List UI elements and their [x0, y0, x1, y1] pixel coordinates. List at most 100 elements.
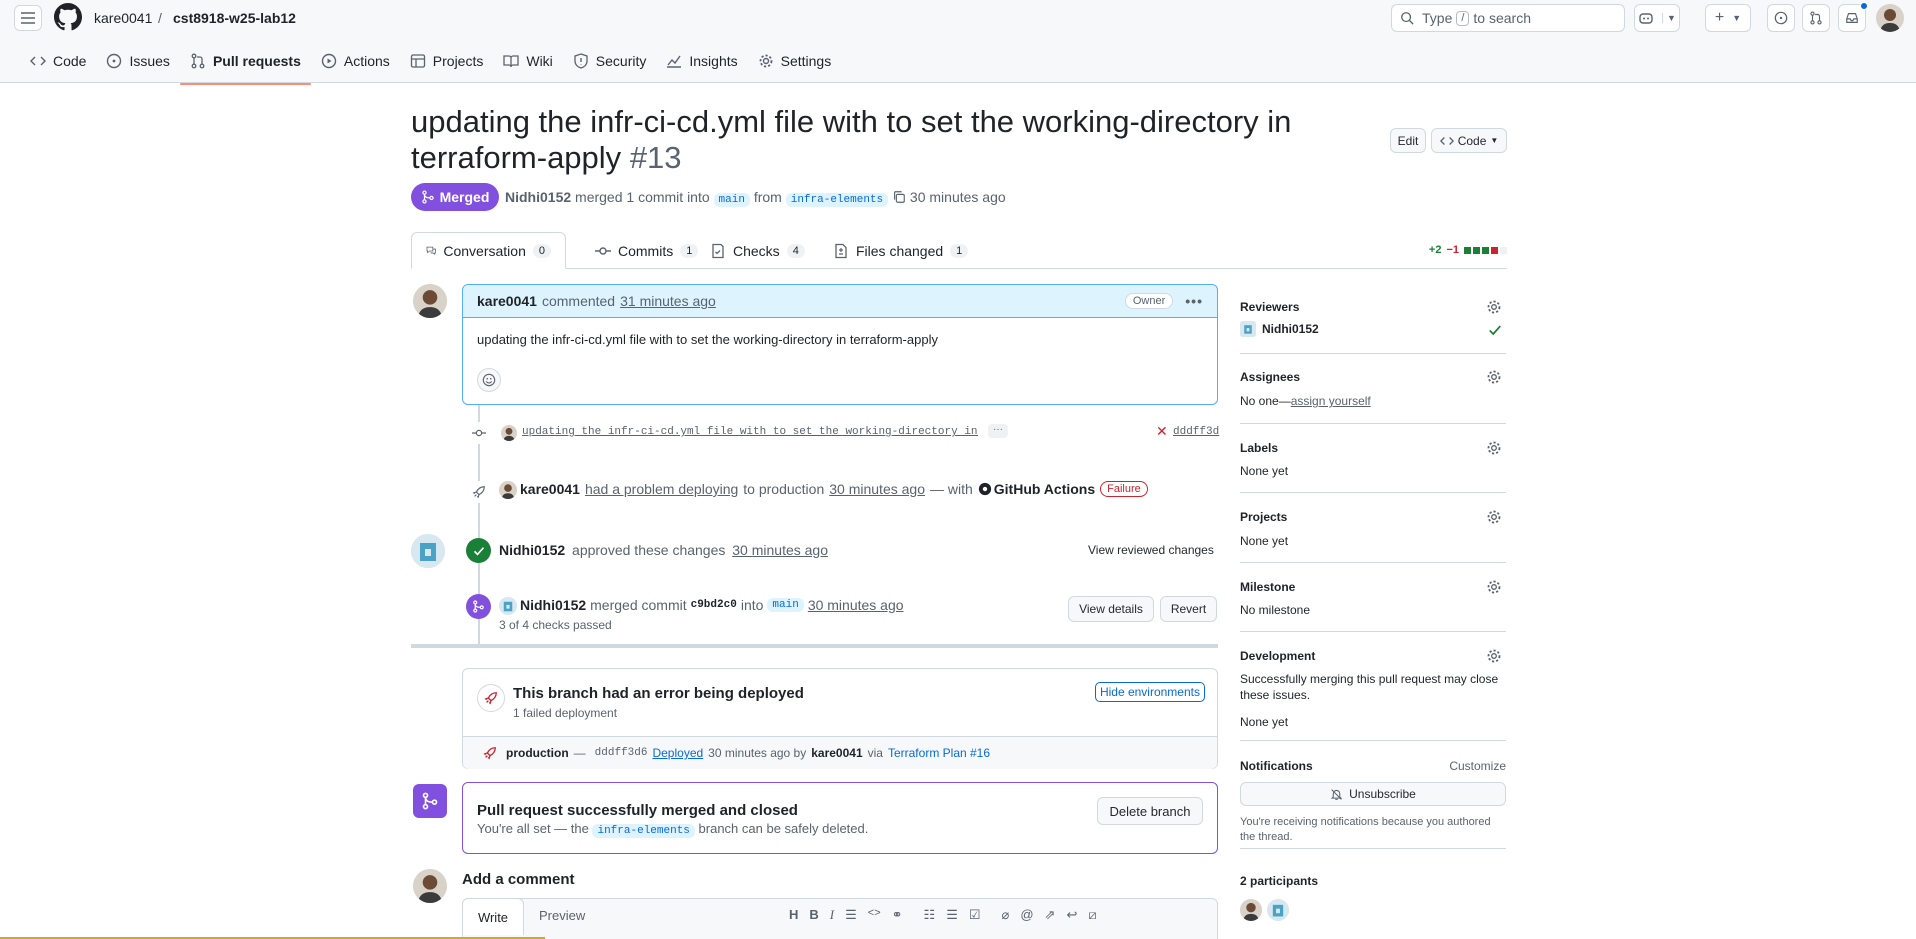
heading-icon[interactable]: H [789, 907, 798, 923]
delete-branch-button[interactable]: Delete branch [1097, 797, 1203, 825]
tasklist-icon[interactable]: ☑ [969, 907, 981, 923]
avatar[interactable] [499, 481, 517, 499]
tab-files-changed[interactable]: Files changed 1 [819, 232, 982, 269]
book-icon [503, 55, 520, 68]
participant-avatar[interactable] [1240, 899, 1262, 921]
merge-sha-link[interactable]: c9bd2c0 [691, 599, 737, 611]
merge-user[interactable]: Nidhi0152 [520, 597, 586, 613]
participants-title: 2 participants [1240, 874, 1319, 888]
code-dropdown-button[interactable]: Code ▼ [1431, 128, 1507, 153]
base-branch[interactable]: main [713, 193, 750, 207]
user-avatar[interactable] [1876, 4, 1904, 32]
menu-button[interactable] [14, 5, 42, 31]
comment-time[interactable]: 31 minutes ago [620, 293, 716, 309]
tab-code[interactable]: Code [20, 50, 96, 72]
tab-pull-requests[interactable]: Pull requests [179, 50, 311, 85]
issues-button[interactable] [1767, 4, 1795, 32]
deployed-link[interactable]: Deployed [652, 746, 703, 760]
avatar[interactable] [501, 425, 517, 441]
approve-user[interactable]: Nidhi0152 [499, 542, 565, 558]
quote-icon[interactable]: ☰ [845, 907, 857, 923]
gear-icon[interactable] [1486, 440, 1502, 456]
ellipsis-button[interactable]: ··· [988, 424, 1008, 438]
tab-insights[interactable]: Insights [656, 50, 747, 72]
paperclip-icon[interactable]: ⌀ [1002, 907, 1010, 923]
inbox-button[interactable] [1838, 2, 1868, 32]
tab-wiki[interactable]: Wiki [493, 50, 562, 72]
search-input[interactable]: Type / to search [1391, 4, 1625, 32]
gear-icon[interactable] [1486, 369, 1502, 385]
slash-commands-icon[interactable]: ⧄ [1088, 907, 1096, 923]
head-branch[interactable]: infra-elements [785, 193, 889, 207]
tab-checks[interactable]: Checks 4 [696, 232, 819, 269]
deploy-user[interactable]: kare0041 [520, 481, 580, 497]
reply-icon[interactable]: ↩ [1066, 907, 1077, 923]
tab-preview[interactable]: Preview [539, 908, 585, 923]
customize-link[interactable]: Customize [1449, 759, 1506, 773]
tab-issues[interactable]: Issues [96, 50, 179, 72]
pull-requests-button[interactable] [1802, 4, 1830, 32]
deploy-app-link[interactable]: GitHub Actions [994, 481, 1095, 497]
checks-summary[interactable]: 3 of 4 checks passed [499, 618, 612, 632]
cross-reference-icon[interactable]: ⇗ [1045, 907, 1056, 923]
deploy-time[interactable]: 30 minutes ago [829, 481, 925, 497]
git-merge-icon [466, 594, 491, 619]
avatar[interactable] [1240, 321, 1256, 337]
tab-conversation[interactable]: Conversation 0 [411, 232, 566, 269]
participant-avatar[interactable] [1267, 899, 1289, 921]
breadcrumb-owner[interactable]: kare0041 [94, 10, 152, 26]
comment-author[interactable]: kare0041 [477, 293, 537, 309]
unordered-list-icon[interactable]: ☰ [946, 907, 958, 923]
tab-settings[interactable]: Settings [748, 50, 842, 72]
mention-icon[interactable]: @ [1020, 907, 1033, 923]
hide-environments-button[interactable]: Hide environments [1094, 682, 1205, 702]
view-details-button[interactable]: View details [1068, 596, 1154, 622]
unsubscribe-button[interactable]: Unsubscribe [1240, 782, 1506, 806]
link-icon[interactable]: ⚭ [892, 907, 903, 923]
avatar[interactable] [499, 597, 517, 615]
failure-badge: Failure [1100, 481, 1148, 497]
avatar[interactable] [413, 869, 447, 903]
add-reaction-button[interactable] [477, 368, 501, 392]
deploy-env[interactable]: production [506, 746, 569, 760]
kebab-horizontal-icon[interactable]: ••• [1185, 293, 1203, 309]
copilot-button[interactable]: ▼ [1634, 4, 1680, 32]
tab-security[interactable]: Security [563, 50, 657, 72]
merge-branch[interactable]: main [767, 598, 804, 612]
x-fail-icon[interactable]: ✕ [1156, 423, 1168, 440]
merge-time[interactable]: 30 minutes ago [808, 597, 904, 613]
tab-commits[interactable]: Commits 1 [581, 232, 712, 269]
commit-message-link[interactable]: updating the infr-ci-cd.yml file with to… [522, 426, 978, 438]
workflow-link[interactable]: Terraform Plan #16 [888, 746, 990, 760]
rocket-icon [483, 747, 496, 760]
merged-branch[interactable]: infra-elements [592, 824, 695, 838]
gear-icon[interactable] [1486, 299, 1502, 315]
deploy-box-user[interactable]: kare0041 [811, 746, 862, 760]
tab-projects[interactable]: Projects [400, 50, 494, 72]
breadcrumb-repo[interactable]: cst8918-w25-lab12 [173, 10, 296, 26]
edit-title-button[interactable]: Edit [1390, 128, 1426, 153]
pr-author[interactable]: Nidhi0152 [505, 189, 571, 205]
avatar[interactable] [413, 284, 447, 318]
approve-time[interactable]: 30 minutes ago [732, 542, 828, 558]
create-new-button[interactable]: + ▼ [1705, 4, 1751, 32]
github-logo-icon[interactable] [54, 3, 82, 31]
italic-icon[interactable]: I [830, 907, 834, 923]
assign-yourself-link[interactable]: assign yourself [1291, 394, 1371, 408]
gear-icon[interactable] [1486, 648, 1502, 664]
tab-actions[interactable]: Actions [311, 50, 400, 72]
code-icon[interactable]: <> [868, 907, 881, 923]
commit-sha-link[interactable]: dddff3d [1173, 426, 1219, 438]
tab-write[interactable]: Write [462, 898, 524, 935]
gear-icon[interactable] [1486, 509, 1502, 525]
reviewer-name[interactable]: Nidhi0152 [1262, 322, 1319, 336]
view-reviewed-changes-button[interactable]: View reviewed changes [1088, 543, 1214, 557]
deploy-problem-link[interactable]: had a problem deploying [585, 481, 738, 497]
ordered-list-icon[interactable]: ☷ [924, 907, 936, 923]
revert-button[interactable]: Revert [1160, 596, 1217, 622]
copy-icon[interactable] [892, 190, 906, 207]
avatar[interactable] [411, 534, 445, 568]
gear-icon[interactable] [1486, 579, 1502, 595]
bold-icon[interactable]: B [809, 907, 818, 923]
deploy-sha[interactable]: dddff3d6 [595, 747, 648, 759]
